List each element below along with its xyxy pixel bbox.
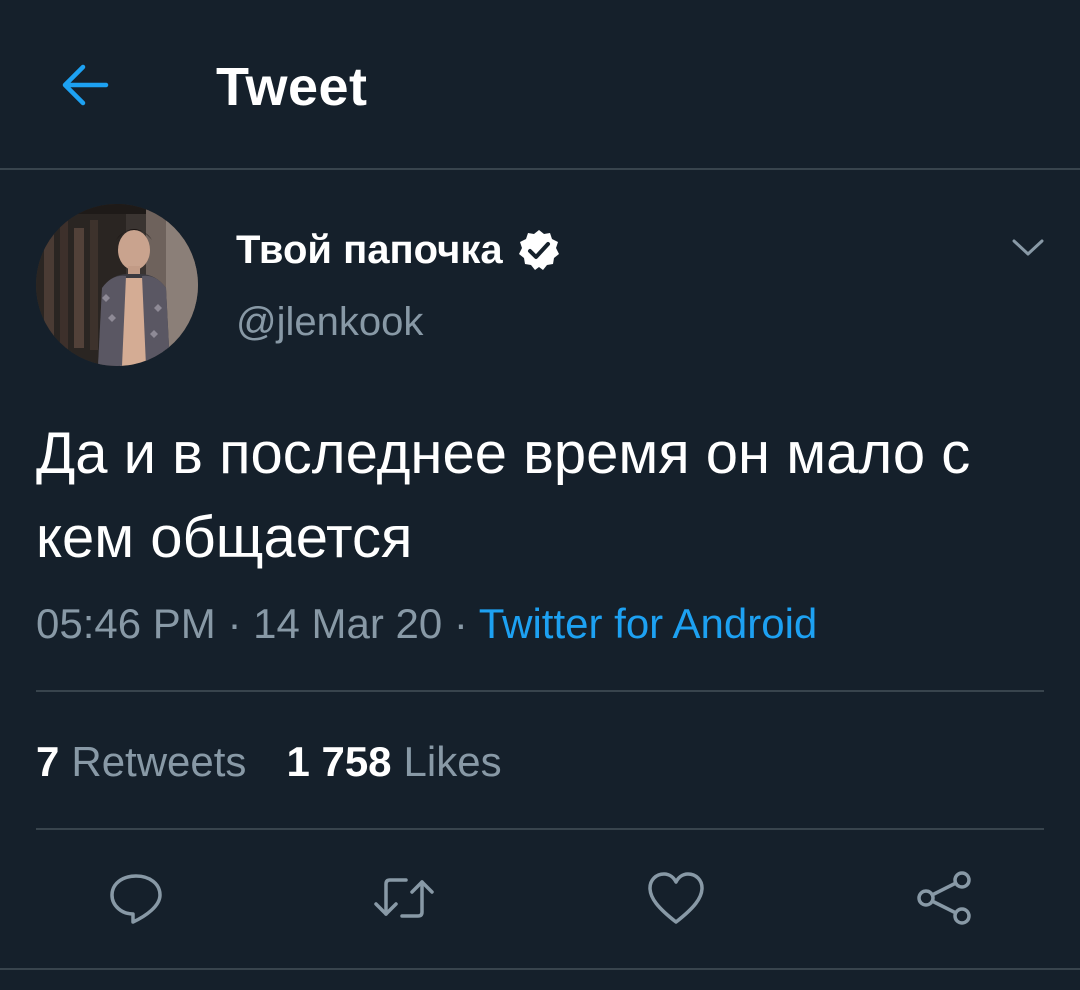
meta-separator: · <box>442 600 479 647</box>
top-bar: Tweet <box>0 0 1080 170</box>
author-name-row[interactable]: Твой папочка <box>236 224 561 276</box>
author-handle[interactable]: @jlenkook <box>236 296 423 348</box>
tweet-time: 05:46 PM <box>36 600 216 647</box>
verified-badge-icon <box>517 228 561 272</box>
retweet-icon <box>374 878 434 918</box>
back-button[interactable] <box>52 56 116 114</box>
tweet-source-link[interactable]: Twitter for Android <box>479 600 817 647</box>
retweet-button[interactable] <box>372 866 436 930</box>
arrow-left-icon <box>62 64 109 106</box>
tweet-stats: 7 Retweets 1 758 Likes <box>36 734 502 790</box>
like-button[interactable] <box>644 866 708 930</box>
tweet-text: Да и в последнее время он мало с кем общ… <box>36 421 971 570</box>
reply-icon <box>110 874 162 924</box>
heart-icon <box>648 872 704 924</box>
meta-separator: · <box>215 600 254 647</box>
retweets-stat[interactable]: 7 Retweets <box>36 734 246 790</box>
divider <box>36 828 1044 830</box>
retweets-label: Retweets <box>71 738 247 785</box>
likes-stat[interactable]: 1 758 Likes <box>286 734 501 790</box>
tweet-date: 14 Mar 20 <box>253 600 443 647</box>
share-icon <box>917 871 971 925</box>
divider <box>36 690 1044 692</box>
tweet-menu-button[interactable] <box>1006 226 1050 270</box>
page-title: Tweet <box>216 57 368 117</box>
author-display-name: Твой папочка <box>236 228 503 272</box>
likes-label: Likes <box>403 738 502 785</box>
tweet-meta: 05:46 PM · 14 Mar 20 · Twitter for Andro… <box>36 596 817 652</box>
divider <box>0 968 1080 970</box>
avatar[interactable] <box>36 204 198 366</box>
retweets-count: 7 <box>36 738 60 785</box>
chevron-down-icon <box>1012 239 1044 256</box>
share-button[interactable] <box>912 866 976 930</box>
reply-button[interactable] <box>104 866 168 930</box>
likes-count: 1 758 <box>286 738 392 785</box>
